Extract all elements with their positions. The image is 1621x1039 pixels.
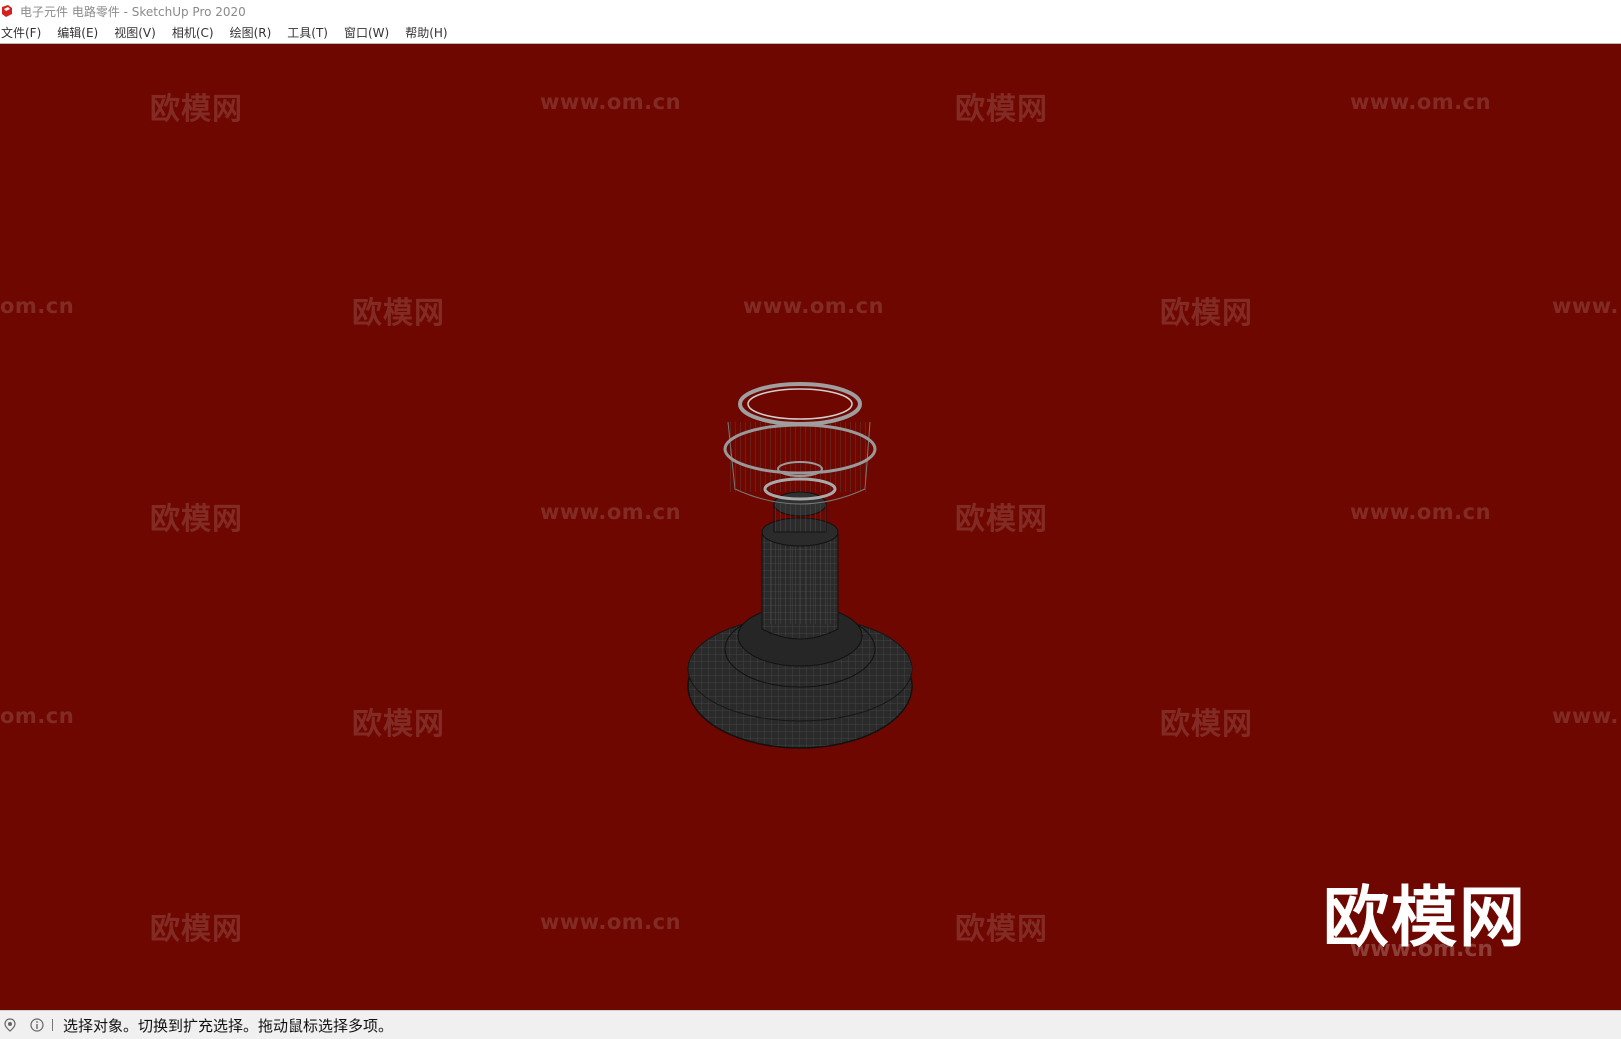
sketchup-logo-icon [0, 4, 14, 18]
watermark-text: 欧模网 [352, 296, 445, 331]
watermark-url-partial: www. [1552, 704, 1619, 728]
watermark-url-partial: om.cn [0, 294, 75, 318]
watermark-url: www.om.cn [1350, 500, 1492, 524]
status-bar: 选择对象。切换到扩充选择。拖动鼠标选择多项。 [0, 1010, 1621, 1039]
menu-window[interactable]: 窗口(W) [343, 24, 390, 41]
status-message: 选择对象。切换到扩充选择。拖动鼠标选择多项。 [63, 1016, 394, 1035]
om-brand-url: www.om.cn [1350, 937, 1494, 962]
menu-edit[interactable]: 编辑(E) [56, 24, 99, 41]
info-icon[interactable] [30, 1018, 44, 1032]
menu-draw[interactable]: 绘图(R) [229, 24, 273, 41]
window-title: 电子元件 电路零件 - SketchUp Pro 2020 [20, 4, 246, 19]
watermark-text: 欧模网 [1160, 296, 1253, 331]
watermark-text: 欧模网 [955, 502, 1048, 537]
title-bar: 电子元件 电路零件 - SketchUp Pro 2020 [0, 0, 1621, 22]
menu-bar: 文件(F) 编辑(E) 视图(V) 相机(C) 绘图(R) 工具(T) 窗口(W… [0, 22, 1621, 44]
menu-help[interactable]: 帮助(H) [404, 24, 448, 41]
watermark-url: www.om.cn [743, 294, 885, 318]
watermark-url: www.om.cn [540, 500, 682, 524]
menu-view[interactable]: 视图(V) [113, 24, 157, 41]
watermark-text: 欧模网 [1160, 707, 1253, 742]
menu-camera[interactable]: 相机(C) [171, 24, 215, 41]
modeling-viewport[interactable]: 欧模网 www.om.cn 欧模网 www.om.cn om.cn 欧模网 ww… [0, 44, 1621, 1010]
geo-location-icon[interactable] [4, 1018, 16, 1032]
menu-file[interactable]: 文件(F) [0, 24, 42, 41]
watermark-url: www.om.cn [540, 910, 682, 934]
watermark-text: 欧模网 [955, 912, 1048, 947]
watermark-text: 欧模网 [150, 502, 243, 537]
status-separator [52, 1019, 53, 1031]
watermark-url: www.om.cn [540, 90, 682, 114]
watermark-text: 欧模网 [955, 92, 1048, 127]
watermark-url-partial: om.cn [0, 704, 75, 728]
wireframe-lamp-model[interactable] [680, 374, 930, 764]
watermark-url: www.om.cn [1350, 90, 1492, 114]
watermark-text: 欧模网 [150, 912, 243, 947]
watermark-url-partial: www. [1552, 294, 1619, 318]
watermark-text: 欧模网 [352, 707, 445, 742]
menu-tools[interactable]: 工具(T) [286, 24, 329, 41]
watermark-text: 欧模网 [150, 92, 243, 127]
